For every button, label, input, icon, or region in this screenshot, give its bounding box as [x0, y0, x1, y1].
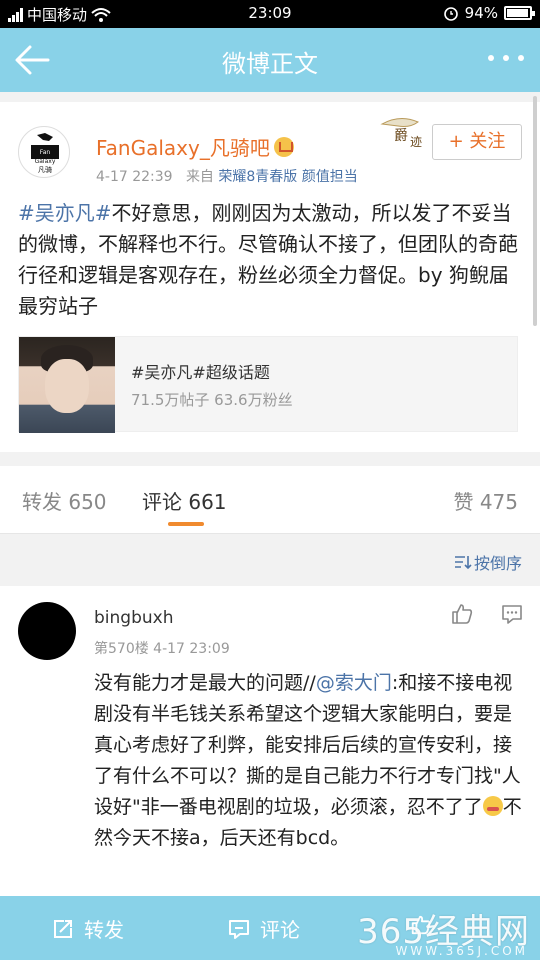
comment-mention[interactable]: @索大门 — [316, 672, 392, 694]
post-body: #吴亦凡#不好意思，刚刚因为太激动，所以发了不妥当的微博，不解释也不行。尽管确认… — [18, 198, 523, 322]
post-time: 4-17 22:39 — [96, 169, 173, 185]
author-avatar[interactable]: Fan Galaxy 凡骑 — [18, 126, 70, 178]
active-tab-indicator — [168, 522, 204, 526]
battery-percent: 94% — [464, 4, 498, 22]
sort-button[interactable]: 按倒序 — [454, 550, 522, 574]
svg-text:凡骑: 凡骑 — [38, 165, 52, 174]
author-name[interactable]: FanGalaxy_凡骑吧 — [96, 132, 294, 161]
weibo-post: Fan Galaxy 凡骑 FanGalaxy_凡骑吧 4-17 22:39 来… — [0, 102, 540, 452]
alarm-icon — [443, 7, 458, 21]
post-tabs: 转发 650 评论 661 赞 475 — [0, 466, 540, 534]
comment-body: 没有能力才是最大的问题//@索大门:和接不接电视剧没有半毛钱关系希望这个逻辑大家… — [94, 668, 522, 854]
repost-button[interactable]: 转发 — [52, 914, 124, 943]
page-title: 微博正文 — [222, 50, 318, 78]
tab-repost[interactable]: 转发 650 — [22, 486, 107, 515]
topic-photo — [19, 337, 115, 433]
author-name-text: FanGalaxy_凡骑吧 — [96, 136, 270, 160]
scrollbar[interactable] — [533, 96, 537, 326]
comment-label: 评论 — [260, 918, 300, 942]
watermark-url: WWW.365J.COM — [395, 944, 528, 958]
sort-bar: 按倒序 — [0, 534, 540, 586]
vip-crown-icon — [273, 137, 294, 157]
comment-meta: 第570楼 4-17 23:09 — [94, 641, 230, 657]
source-prefix: 来自 — [185, 169, 214, 185]
thumbs-up-icon[interactable] — [450, 602, 474, 626]
comment-icon — [229, 919, 249, 939]
crying-emoji-icon — [482, 796, 503, 816]
reply-comment-icon[interactable] — [500, 602, 524, 626]
svg-text:爵: 爵 — [394, 128, 408, 144]
fan-galaxy-logo: Fan Galaxy 凡骑 — [31, 133, 59, 174]
sort-label: 按倒序 — [473, 554, 522, 573]
topic-stats: 71.5万帖子 63.6万粉丝 — [131, 391, 293, 409]
svg-text:Fan: Fan — [40, 149, 51, 156]
super-topic-card[interactable]: #吴亦凡#超级话题 71.5万帖子 63.6万粉丝 — [18, 336, 518, 433]
tab-likes[interactable]: 赞 475 — [453, 486, 518, 515]
status-right: 94% — [443, 4, 535, 22]
battery-icon — [504, 6, 535, 20]
tab-comments[interactable]: 评论 661 — [142, 486, 227, 515]
post-meta: 4-17 22:39 来自 荣耀8青春版 颜值担当 — [96, 166, 358, 186]
post-source[interactable]: 荣耀8青春版 颜值担当 — [218, 169, 357, 185]
repost-label: 转发 — [84, 918, 124, 942]
battery-fill — [507, 9, 528, 17]
status-bar: 中国移动 23:09 94% — [0, 0, 540, 28]
svg-text:Galaxy: Galaxy — [35, 158, 56, 165]
title-bar: 微博正文 — [0, 28, 540, 92]
follow-button[interactable]: + 关注 — [432, 124, 522, 160]
commenter-avatar[interactable] — [18, 602, 76, 660]
comment-text-1: 没有能力才是最大的问题// — [94, 672, 316, 694]
more-options-icon[interactable] — [488, 48, 524, 68]
commenter-name[interactable]: bingbuxh — [94, 608, 173, 628]
decoration-badge-icon: 爵 迹 — [380, 118, 422, 149]
topic-title: #吴亦凡#超级话题 — [131, 363, 270, 382]
repost-icon — [54, 919, 72, 938]
sort-icon — [454, 556, 472, 570]
comment-button[interactable]: 评论 — [228, 914, 300, 943]
post-hashtag[interactable]: #吴亦凡# — [18, 201, 112, 225]
svg-text:迹: 迹 — [410, 135, 422, 149]
comment-item: bingbuxh 第570楼 4-17 23:09 没有能力才是最大的问题//@… — [0, 586, 540, 896]
